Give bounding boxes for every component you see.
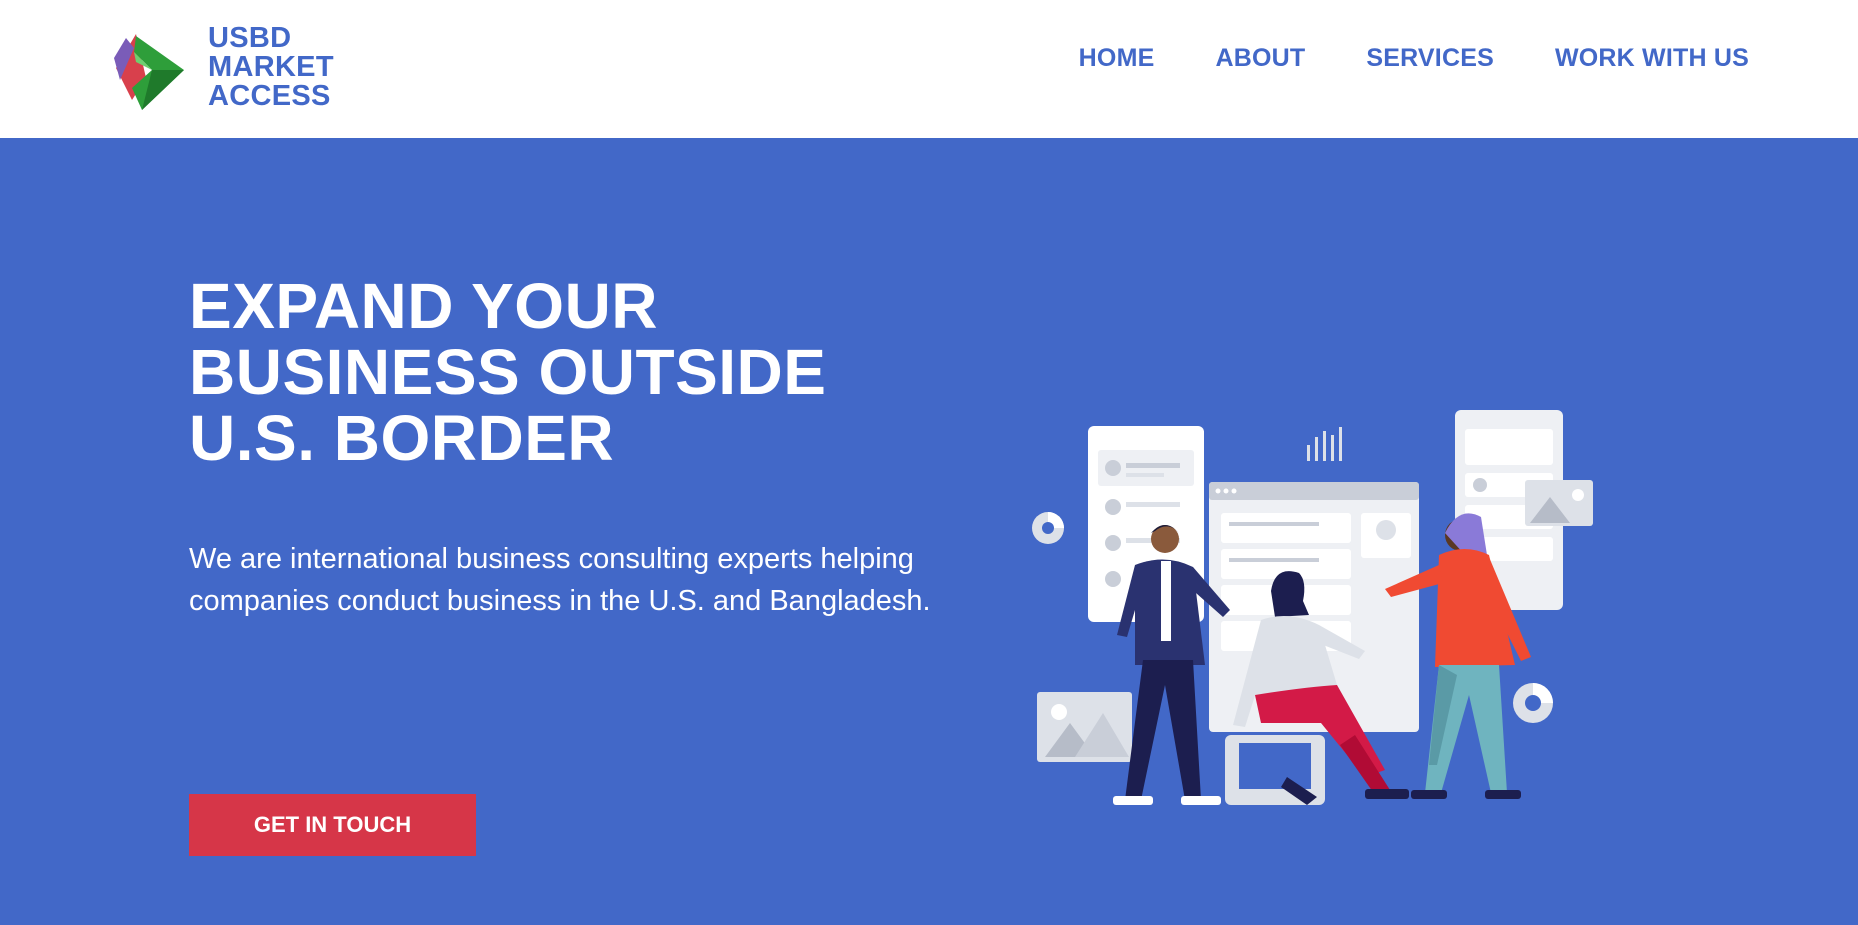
subtext-line-2: companies conduct business in the U.S. a… [189,585,931,617]
nav-item-about[interactable]: ABOUT [1215,44,1305,73]
nav-item-services[interactable]: SERVICES [1366,44,1494,73]
hero-subtext: We are international business consulting… [189,538,989,622]
hero-headline: EXPAND YOUR BUSINESS OUTSIDE U.S. BORDER [189,273,889,471]
get-in-touch-button[interactable]: GET IN TOUCH [189,794,476,856]
headline-line-3: U.S. BORDER [189,402,615,474]
logo-line-3: ACCESS [208,80,331,112]
site-header: USBD MARKET ACCESS HOME ABOUT SERVICES W… [0,0,1858,138]
logo-line-2: MARKET [208,51,334,83]
logo-icon [114,34,184,110]
main-nav: HOME ABOUT SERVICES WORK WITH US [1079,44,1749,73]
brand-logo[interactable]: USBD MARKET ACCESS [106,24,346,114]
logo-line-1: USBD [208,22,292,54]
team-collaboration-illustration [1032,410,1593,805]
nav-item-home[interactable]: HOME [1079,44,1155,73]
subtext-line-1: We are international business consulting… [189,543,914,575]
headline-line-1: EXPAND YOUR [189,270,658,342]
nav-item-work-with-us[interactable]: WORK WITH US [1555,44,1749,73]
headline-line-2: BUSINESS OUTSIDE [189,336,827,408]
logo-wordmark: USBD MARKET ACCESS [208,24,334,111]
